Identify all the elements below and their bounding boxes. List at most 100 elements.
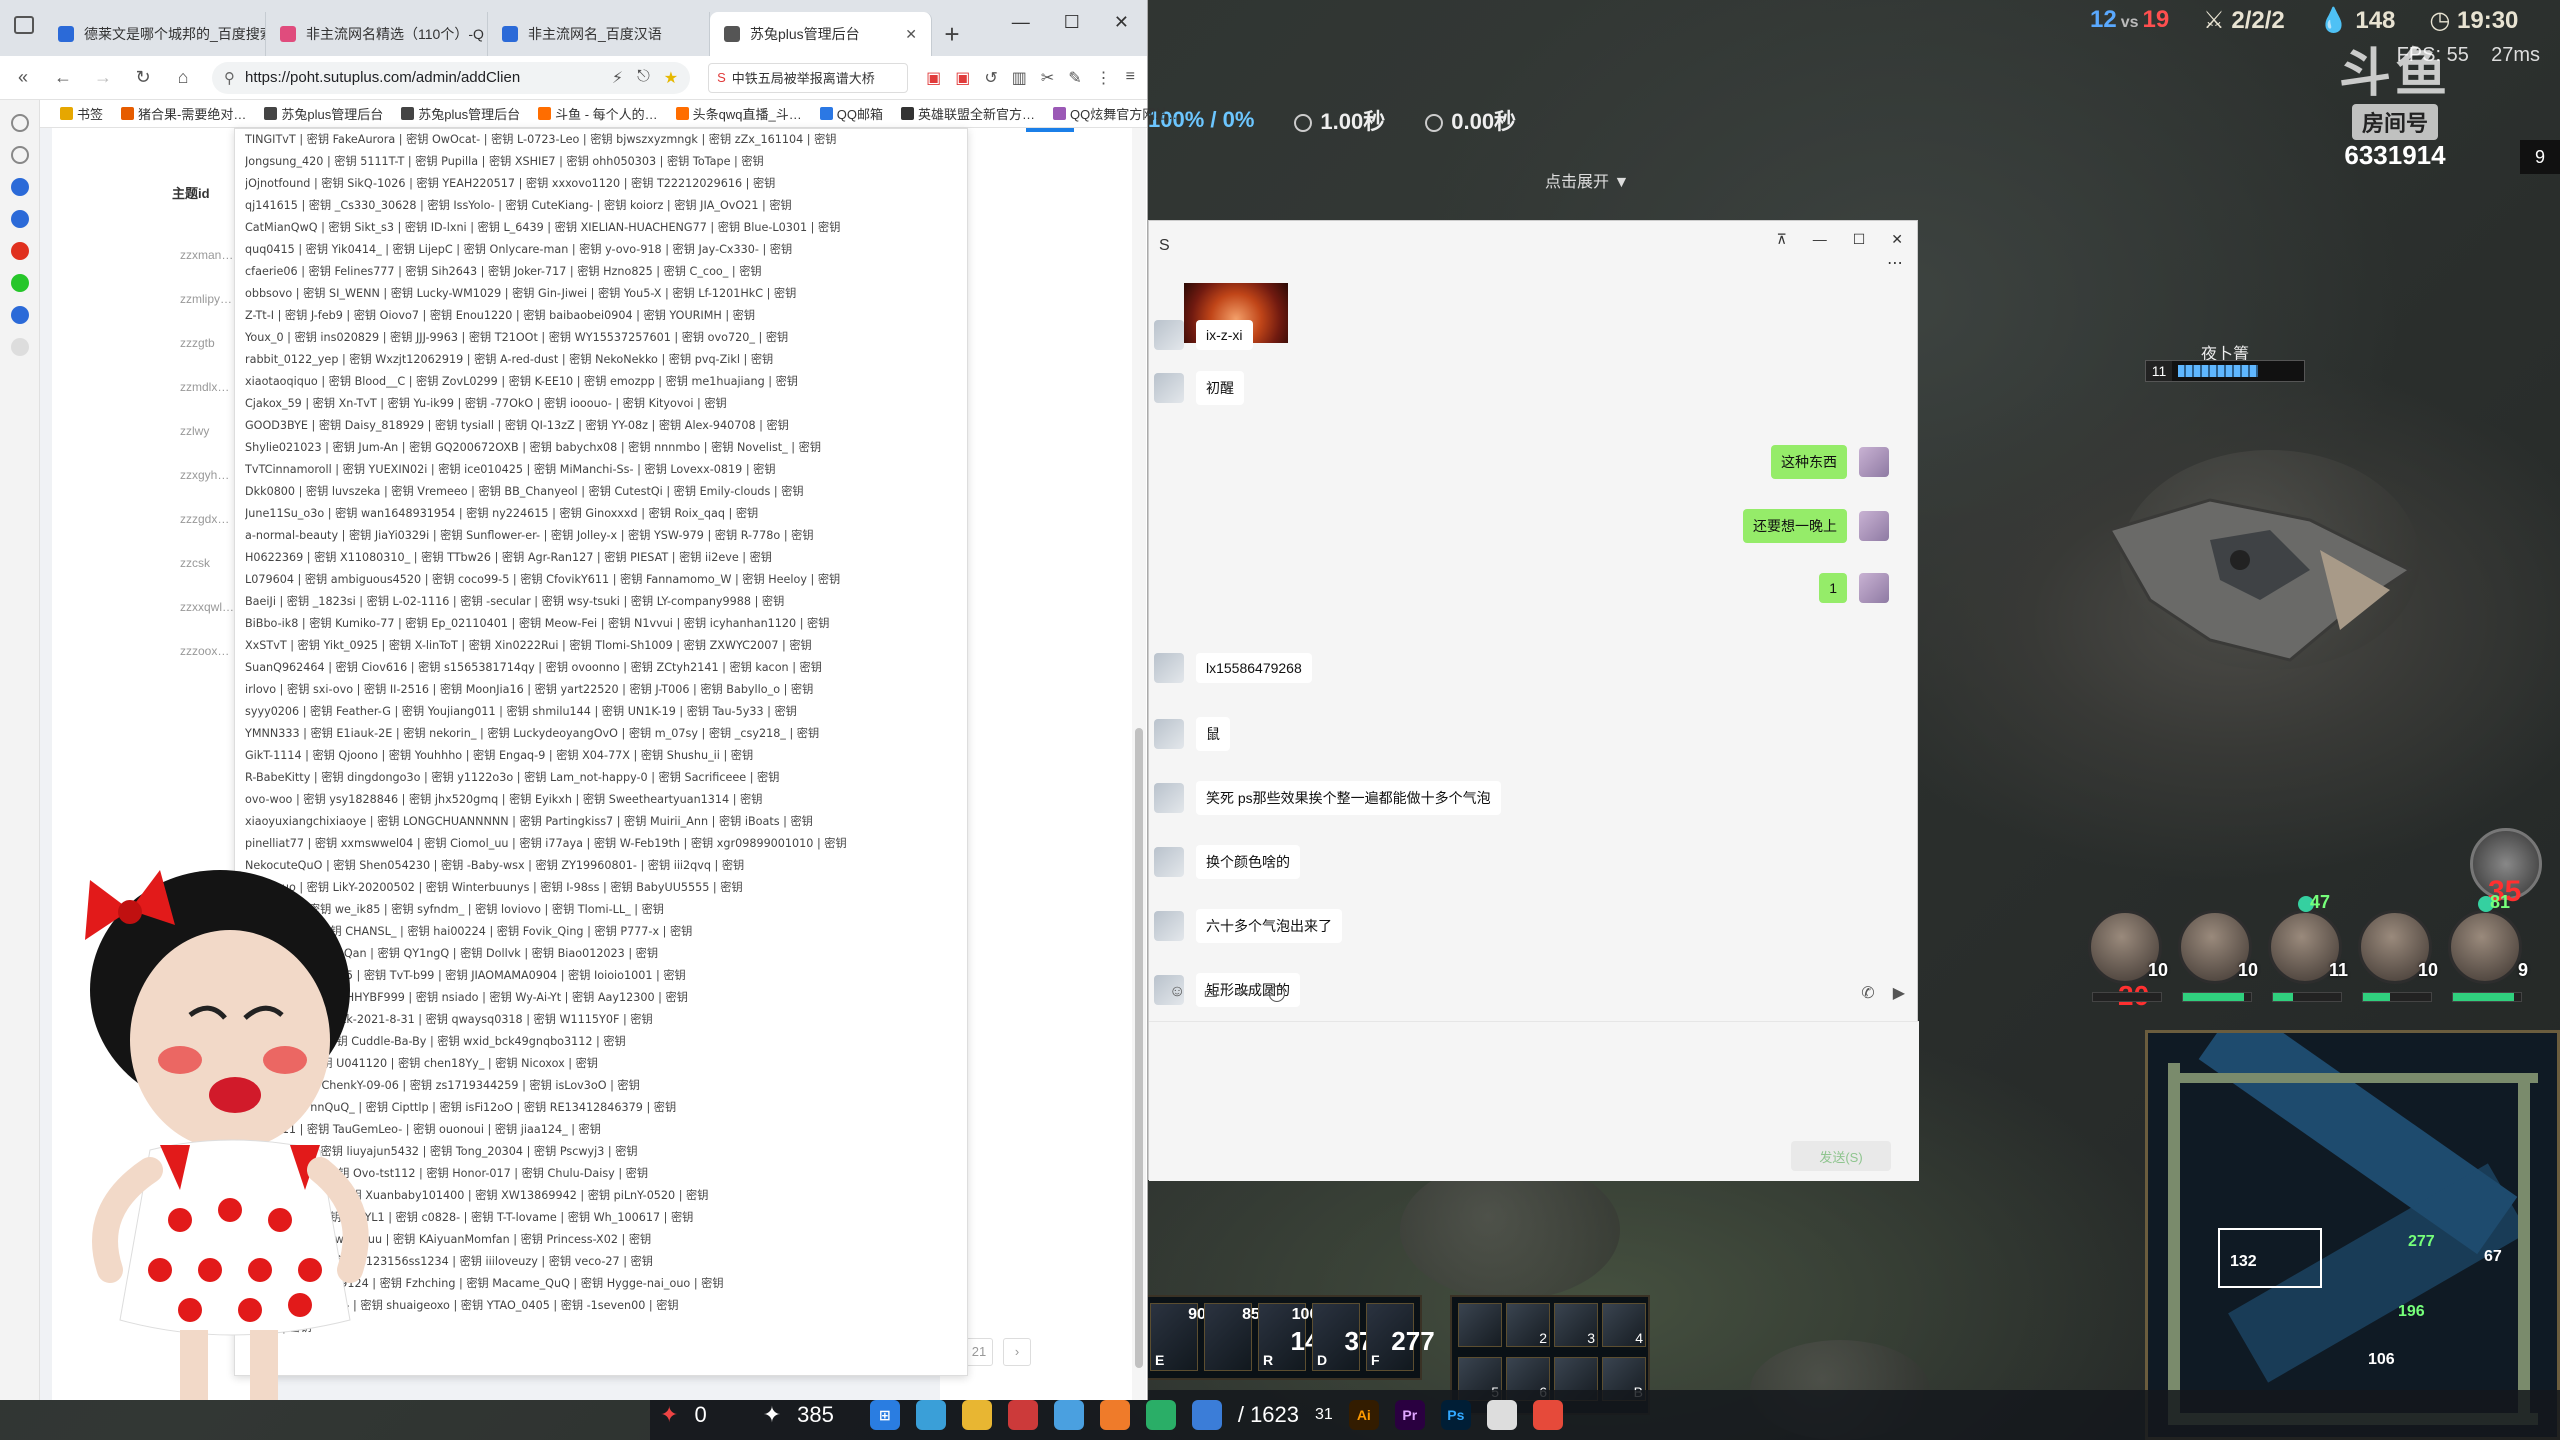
send-button[interactable]: 发送(S) [1791,1141,1891,1171]
tab-2[interactable]: 非主流网名_百度汉语 [488,12,710,56]
extension-icon[interactable]: ▣ [926,68,941,88]
bookmark-item[interactable]: 苏兔plus管理后台 [401,104,520,123]
close-icon[interactable]: ✕ [1114,12,1129,33]
weibo-icon[interactable] [10,242,29,260]
ability-slot[interactable]: 100 14 R [1258,1303,1319,1371]
avatar[interactable] [1154,373,1184,403]
star-icon[interactable]: ★ [664,68,678,88]
scissors-icon[interactable]: ✂ [1041,68,1054,88]
emoji-icon[interactable]: ☺ [1169,983,1185,1013]
app-icon[interactable] [1532,1400,1563,1430]
bookmark-item[interactable]: 斗鱼 - 每个人的… [538,104,658,123]
tools-icon[interactable]: ✎ [1068,68,1081,88]
maximize-icon[interactable]: ☐ [1853,231,1866,248]
minimap[interactable]: 132 277 67 196 106 [2145,1030,2560,1440]
page-number[interactable]: 21 [965,1338,993,1366]
tab-3[interactable]: 苏兔plus管理后台 ✕ [710,12,932,56]
item-slot[interactable]: 2 [1506,1303,1550,1347]
avatar[interactable] [1859,446,1889,477]
search-box[interactable]: S 中铁五局被举报离谱大桥 [708,62,909,93]
chat-bubble-icon[interactable]: ◯ [1268,983,1286,1013]
pen-icon[interactable] [10,146,29,164]
menu-icon[interactable]: ≡ [1126,68,1135,88]
illustrator-icon[interactable]: Ai [1348,1400,1379,1430]
avatar[interactable] [1154,319,1184,350]
minimize-icon[interactable]: — [1813,231,1827,248]
sidebar-toggle-icon[interactable] [14,16,34,34]
split-view-icon[interactable]: ▥ [1012,68,1027,88]
tab-close-icon[interactable]: ✕ [905,26,917,43]
page-scrollbar[interactable] [1132,128,1146,1400]
next-page-button[interactable]: › [1003,1338,1031,1366]
phone-icon[interactable]: ✆ [1861,983,1874,1003]
back-icon[interactable]: ← [52,67,74,88]
bookmark-item[interactable]: 英雄联盟全新官方… [900,104,1035,123]
app-icon[interactable] [915,1400,946,1430]
photoshop-icon[interactable]: Ps [1440,1400,1471,1430]
extension-icon[interactable]: ▣ [955,68,970,88]
star-icon[interactable] [10,114,29,132]
bookmark-item[interactable]: 头条qwq直播_斗… [675,104,802,123]
iqiyi-icon[interactable] [10,274,29,292]
avatar[interactable] [1154,652,1184,683]
ally-champion[interactable]: 10 [2358,910,2438,1002]
app-icon[interactable] [1007,1400,1038,1430]
reload-icon[interactable]: ↻ [132,67,154,88]
bookmark-item[interactable]: QQ邮箱 [819,104,883,123]
enemy-unit[interactable] [2090,460,2430,680]
collapse-icon[interactable]: « [12,67,34,88]
avatar[interactable] [1859,510,1889,541]
maximize-icon[interactable]: ☐ [1064,12,1080,33]
ally-champion[interactable]: 47 11 [2268,892,2348,1002]
avatar[interactable] [1859,572,1889,603]
bookmark-item[interactable]: 猪合果-需要绝对… [121,104,246,123]
item-slot[interactable]: 3 [1554,1303,1598,1347]
new-tab-button[interactable]: + [932,12,972,56]
ally-champion[interactable]: 81 9 [2448,892,2528,1002]
app-icon[interactable] [1099,1400,1130,1430]
pin-icon[interactable]: ⊼ [1776,231,1786,248]
tab-1[interactable]: 非主流网名精选（110个）-Q [266,12,488,56]
ally-champion[interactable]: 10 [2178,910,2258,1002]
scrollbar-thumb[interactable] [1135,728,1143,1368]
scissors-icon[interactable]: ✂ [1236,983,1249,1013]
ally-champion[interactable]: 1020 [2088,910,2168,1011]
minimize-icon[interactable]: — [1012,12,1030,33]
windows-start-icon[interactable]: ⊞ [869,1400,900,1430]
address-bar[interactable]: ⚲ https://poht.sutuplus.com/admin/addCli… [212,61,691,94]
add-icon[interactable] [10,338,29,356]
wechat-icon[interactable] [1145,1400,1176,1430]
item-slot[interactable]: 4 [1602,1303,1646,1347]
app-icon[interactable] [1053,1400,1084,1430]
message-input[interactable]: 发送(S) [1149,1021,1919,1181]
app-icon[interactable] [10,306,29,324]
video-icon[interactable]: ▶ [1893,983,1905,1003]
close-icon[interactable]: ✕ [1891,231,1903,248]
avatar[interactable] [1154,718,1184,749]
avatar[interactable] [1154,846,1184,877]
ability-slot[interactable]: 90 E [1150,1303,1206,1371]
avatar[interactable] [1154,910,1184,941]
folder-icon[interactable] [961,1400,992,1430]
bookmark-item[interactable]: 书签 [60,104,103,123]
ability-slot[interactable]: 85 [1204,1303,1260,1371]
tab-0[interactable]: 德莱文是哪个城邦的_百度搜索 [44,12,266,56]
app-icon[interactable] [1191,1400,1222,1430]
lightning-icon[interactable]: ⚡ [612,68,623,88]
folder-icon[interactable]: ▭ [1203,983,1218,1013]
avatar[interactable] [1154,782,1184,813]
ability-slot[interactable]: 37 D [1312,1303,1373,1371]
app-icon[interactable] [1486,1400,1517,1430]
baidu-icon[interactable] [10,210,29,228]
expand-button[interactable]: 点击展开 ▼ [1545,168,1629,192]
share-icon[interactable]: ⎋ [637,68,650,88]
more-icon[interactable]: ⋯ [1887,253,1903,273]
app-icon[interactable] [10,178,29,196]
ability-slot[interactable]: 277 F [1366,1303,1435,1371]
bookmark-item[interactable]: QQ炫舞官方网站… [1052,104,1181,123]
bookmark-item[interactable]: 苏兔plus管理后台 [264,104,383,123]
item-slot[interactable] [1458,1303,1502,1347]
history-icon[interactable]: ↺ [984,68,997,88]
home-icon[interactable]: ⌂ [172,67,194,88]
forward-icon[interactable]: → [92,67,114,88]
